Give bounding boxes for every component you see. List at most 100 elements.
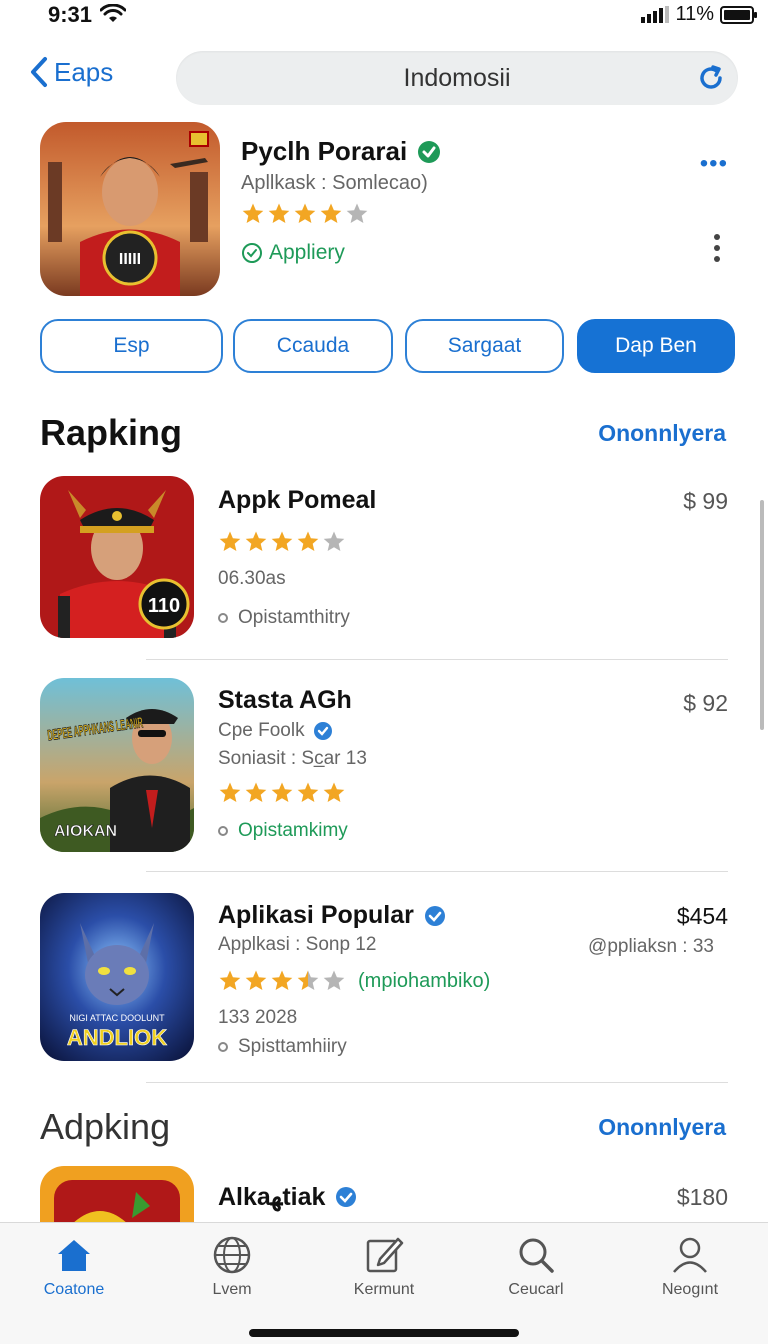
app-badge-number: 110 bbox=[148, 595, 180, 617]
app-developer: Cpe Foolk bbox=[218, 720, 333, 742]
cover-big-text: ANDLIOK bbox=[67, 1025, 167, 1050]
tab-kermunt[interactable]: Kermunt bbox=[324, 1235, 444, 1299]
star-filled-icon bbox=[219, 782, 241, 802]
featured-title-text: Pyclh Porarai bbox=[241, 136, 408, 166]
back-label: Eaps bbox=[54, 56, 114, 87]
tab-neogint[interactable]: Neogınt bbox=[630, 1235, 750, 1299]
section-title: Rapking bbox=[40, 412, 183, 453]
star-filled-icon bbox=[242, 203, 264, 223]
section-header-rapking: Rapking Ononnlyera bbox=[0, 412, 768, 460]
see-all-link[interactable]: Ononnlyera bbox=[598, 420, 726, 447]
app-title-text: Alkaﻬtiak bbox=[218, 1183, 326, 1211]
chevron-left-icon bbox=[31, 57, 47, 87]
verified-icon bbox=[418, 140, 441, 163]
chip-esp[interactable]: Esp bbox=[40, 319, 223, 373]
app-price[interactable]: $ 99 bbox=[683, 488, 728, 515]
star-filled-icon bbox=[271, 970, 293, 990]
tab-label: Neogınt bbox=[661, 1281, 719, 1298]
tab-label: Ceucarl bbox=[508, 1281, 564, 1298]
app-secondary-meta: @ppliaksn : 33 bbox=[588, 936, 714, 957]
globe-icon bbox=[213, 1236, 251, 1274]
star-filled-icon bbox=[245, 782, 267, 802]
tab-ceucarl[interactable]: Ceucarl bbox=[476, 1235, 596, 1299]
bullet-icon bbox=[218, 825, 228, 836]
tab-coatone[interactable]: Coatone bbox=[14, 1235, 134, 1299]
app-category: Opistamthitry bbox=[218, 607, 350, 629]
more-horizontal-icon[interactable]: ••• bbox=[700, 150, 728, 178]
tab-label: Lvem bbox=[212, 1281, 252, 1298]
cover-footer: AIOKAN bbox=[54, 823, 117, 840]
app-price[interactable]: $ 92 bbox=[683, 690, 728, 717]
chip-dap-ben[interactable]: Dap Ben bbox=[577, 319, 735, 373]
star-empty-icon bbox=[346, 203, 368, 223]
verified-icon bbox=[424, 905, 445, 926]
featured-app-title[interactable]: Pyclh Porarai bbox=[241, 136, 441, 167]
see-all-link[interactable]: Ononnlyera bbox=[598, 1114, 726, 1141]
nav-bar: Eaps Indomosii bbox=[0, 48, 768, 108]
star-filled-icon bbox=[323, 782, 345, 802]
star-empty-icon bbox=[323, 531, 345, 551]
more-vertical-icon[interactable] bbox=[714, 234, 720, 262]
star-filled-icon bbox=[268, 203, 290, 223]
check-circle-icon bbox=[242, 243, 262, 263]
app-row[interactable]: NIGI ATTAC DOOLUNT ANDLIOK Aplikasi Popu… bbox=[0, 893, 768, 1063]
featured-rating-stars bbox=[241, 202, 369, 226]
featured-app-subtitle: Apllkask : Somlecao) bbox=[241, 172, 428, 194]
bullet-icon bbox=[218, 612, 228, 623]
divider bbox=[146, 1082, 728, 1083]
bullet-icon bbox=[218, 1041, 228, 1052]
featured-app[interactable]: ΙΙΙΙΙ Pyclh Porarai Apllkask : Somlecao)… bbox=[0, 120, 768, 300]
app-row[interactable]: DEPEE APPHKANS LEANIR AIOKAN Stasta AGh … bbox=[0, 678, 768, 854]
app-row[interactable]: 110 Appk Pomeal 06.30as Opistamthitry $ … bbox=[0, 476, 768, 646]
app-row[interactable]: Alkaﻬtiak $180 bbox=[0, 1166, 768, 1222]
rating-stars bbox=[218, 969, 346, 993]
app-meta: 06.30as bbox=[218, 568, 286, 589]
star-filled-icon bbox=[245, 970, 267, 990]
app-category-text: Opistamkimy bbox=[238, 820, 348, 841]
back-button[interactable]: Eaps bbox=[30, 56, 113, 88]
star-filled-icon bbox=[245, 531, 267, 551]
star-filled-icon bbox=[219, 970, 241, 990]
divider bbox=[146, 871, 728, 872]
title-pill[interactable]: Indomosii bbox=[176, 51, 738, 105]
app-icon[interactable] bbox=[40, 1166, 194, 1222]
app-price[interactable]: $180 bbox=[677, 1184, 728, 1211]
app-icon[interactable]: DEPEE APPHKANS LEANIR AIOKAN bbox=[40, 678, 194, 852]
app-category-text: Spisttamhiiry bbox=[238, 1036, 347, 1057]
featured-app-status: Appliery bbox=[241, 241, 345, 265]
tab-label: Kermunt bbox=[353, 1281, 415, 1298]
star-empty-icon bbox=[323, 970, 345, 990]
rating-note: (mpiohambiko) bbox=[358, 969, 491, 992]
star-filled-icon bbox=[294, 203, 316, 223]
app-category: Opistamkimy bbox=[218, 820, 348, 842]
status-right: 11% bbox=[641, 3, 757, 26]
section-header-adpking: Adpking Ononnlyera bbox=[0, 1106, 768, 1154]
app-price[interactable]: $454 bbox=[677, 903, 728, 930]
star-half-icon bbox=[297, 970, 319, 990]
home-icon bbox=[58, 1240, 90, 1271]
app-icon[interactable]: NIGI ATTAC DOOLUNT ANDLIOK bbox=[40, 893, 194, 1061]
edit-icon bbox=[366, 1237, 404, 1273]
app-category: Spisttamhiiry bbox=[218, 1036, 347, 1058]
app-icon[interactable]: 110 bbox=[40, 476, 194, 638]
search-icon bbox=[519, 1238, 554, 1273]
star-filled-icon bbox=[320, 203, 342, 223]
tab-lvem[interactable]: Lvem bbox=[172, 1235, 292, 1299]
refresh-icon[interactable] bbox=[696, 63, 726, 93]
scroll-indicator[interactable] bbox=[760, 500, 764, 730]
star-filled-icon bbox=[297, 531, 319, 551]
star-filled-icon bbox=[297, 782, 319, 802]
app-title-text: Aplikasi Popular bbox=[218, 901, 414, 929]
app-rating bbox=[218, 530, 346, 554]
chip-sargaat[interactable]: Sargaat bbox=[405, 319, 564, 373]
star-filled-icon bbox=[271, 782, 293, 802]
featured-app-icon[interactable]: ΙΙΙΙΙ bbox=[40, 122, 220, 296]
app-category-text: Opistamthitry bbox=[238, 607, 350, 628]
app-title: Aplikasi Popular bbox=[218, 901, 446, 930]
chip-ccauda[interactable]: Ccauda bbox=[233, 319, 393, 373]
status-time: 9:31 bbox=[48, 2, 93, 27]
wifi-icon bbox=[100, 4, 126, 22]
home-indicator bbox=[249, 1329, 519, 1337]
rating-stars bbox=[218, 781, 346, 805]
battery-icon bbox=[720, 5, 757, 24]
